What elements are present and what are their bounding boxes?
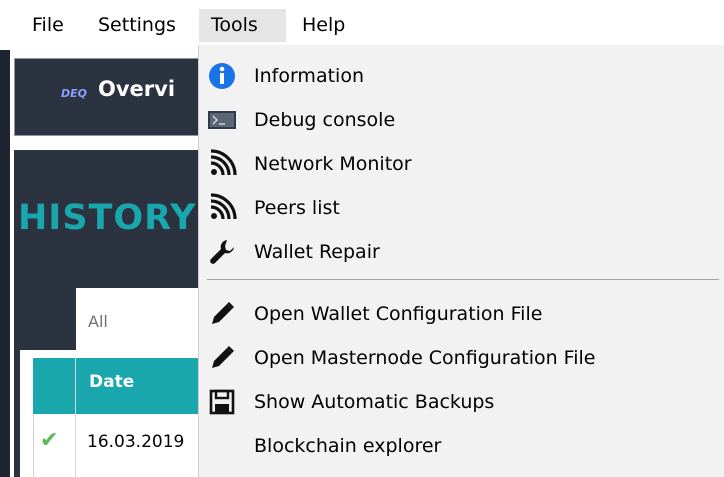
history-filter-select[interactable]: All — [76, 288, 210, 358]
overview-tab[interactable]: DEQ Overvi — [14, 58, 210, 136]
filter-value: All — [88, 312, 108, 331]
menu-item-label: Open Masternode Configuration File — [254, 347, 596, 369]
menu-item-show-automatic-backups[interactable]: Show Automatic Backups — [199, 380, 724, 424]
menu-item-debug-console[interactable]: Debug console — [199, 98, 724, 142]
console-icon — [208, 111, 236, 129]
menu-item-information[interactable]: Information — [199, 54, 724, 98]
menu-item-open-masternode-config[interactable]: Open Masternode Configuration File — [199, 336, 724, 380]
deq-logo-icon: DEQ — [61, 87, 87, 100]
menu-item-label: Peers list — [254, 197, 340, 219]
info-icon — [209, 63, 235, 89]
menu-help[interactable]: Help — [290, 9, 357, 42]
overview-label: Overvi — [98, 77, 176, 101]
pencil-icon — [212, 346, 234, 368]
menu-item-label: Wallet Repair — [254, 241, 380, 263]
checkmark-icon: ✔ — [40, 428, 59, 453]
menu-item-wallet-repair[interactable]: Wallet Repair — [199, 230, 724, 274]
menu-bar: File Settings Tools Help — [0, 0, 724, 50]
column-header-date[interactable]: Date — [89, 372, 134, 392]
column-separator — [75, 358, 76, 477]
menu-item-label: Network Monitor — [254, 153, 412, 175]
menu-item-open-wallet-config[interactable]: Open Wallet Configuration File — [199, 292, 724, 336]
floppy-icon — [209, 389, 235, 415]
signal-icon — [210, 193, 237, 220]
table-header: Date — [33, 358, 210, 414]
app-area: DEQ Overvi HISTORY All Date ✔ 16.03.2019 — [0, 50, 210, 477]
history-title: HISTORY — [18, 198, 197, 238]
menu-item-blockchain-explorer[interactable]: Blockchain explorer — [199, 424, 724, 468]
menu-settings[interactable]: Settings — [86, 9, 188, 42]
menu-tools[interactable]: Tools — [199, 9, 286, 42]
menu-file[interactable]: File — [20, 9, 76, 42]
menu-item-label: Information — [254, 65, 364, 87]
tools-dropdown-menu: Information Debug console Network Monito… — [198, 45, 724, 477]
menu-item-label: Show Automatic Backups — [254, 391, 495, 413]
table-row[interactable]: ✔ 16.03.2019 — [33, 414, 210, 477]
pencil-icon — [212, 302, 234, 324]
left-strip — [0, 50, 10, 477]
menu-item-label: Open Wallet Configuration File — [254, 303, 543, 325]
menu-item-peers-list[interactable]: Peers list — [199, 186, 724, 230]
menu-item-label: Debug console — [254, 109, 396, 131]
signal-icon — [210, 149, 237, 176]
row-date: 16.03.2019 — [87, 432, 185, 452]
menu-item-network-monitor[interactable]: Network Monitor — [199, 142, 724, 186]
menu-item-label: Blockchain explorer — [254, 435, 442, 457]
wrench-icon — [210, 240, 234, 264]
menu-separator — [207, 279, 719, 280]
